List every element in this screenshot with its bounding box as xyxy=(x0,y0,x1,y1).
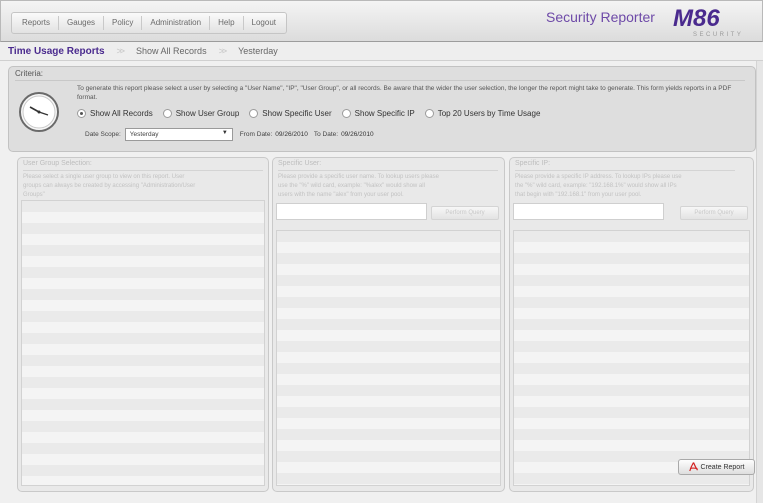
menu-help[interactable]: Help xyxy=(210,16,244,30)
criteria-description: To generate this report please select a … xyxy=(77,85,732,101)
breadcrumb-separator-icon: >> xyxy=(218,46,227,56)
specific-user-description-line: use the "%" wild card, example: "%alex" … xyxy=(278,183,425,189)
menu-reports[interactable]: Reports xyxy=(14,16,60,30)
to-date-value: 09/26/2010 xyxy=(341,131,374,138)
specific-ip-panel: Specific IP: Please provide a specific I… xyxy=(509,157,754,492)
specific-user-panel: Specific User: Please provide a specific… xyxy=(272,157,505,492)
specific-ip-title: Specific IP: xyxy=(515,160,736,171)
date-scope-row: Date Scope: Yesterday ▼ From Date: 09/26… xyxy=(85,128,380,141)
specific-user-results-list[interactable] xyxy=(276,230,501,486)
specific-user-description-line: users with the name "alex" from your use… xyxy=(278,192,404,198)
menu-logout[interactable]: Logout xyxy=(244,16,284,30)
menu-policy[interactable]: Policy xyxy=(104,16,143,30)
user-group-description-line: Please select a single user group to vie… xyxy=(23,174,185,180)
user-group-panel: User Group Selection: Please select a si… xyxy=(17,157,269,492)
user-group-description-line: groups can always be created by accessin… xyxy=(23,183,196,189)
from-date-label: From Date: xyxy=(239,131,273,138)
specific-ip-description-line: Please provide a specific IP address. To… xyxy=(515,174,682,180)
radio-label: Top 20 Users by Time Usage xyxy=(437,109,541,118)
breadcrumb: Time Usage Reports >> Show All Records >… xyxy=(0,42,763,61)
specific-ip-description-line: the "%" wild card, example: "192.168.1%"… xyxy=(515,183,677,189)
clock-icon xyxy=(19,92,59,132)
user-group-description: Please select a single user group to vie… xyxy=(23,173,195,200)
radio-unchecked-icon[interactable] xyxy=(424,109,434,118)
specific-user-title: Specific User: xyxy=(278,160,499,171)
breadcrumb-records[interactable]: Show All Records xyxy=(136,46,207,56)
ip-perform-query-button[interactable]: Perform Query xyxy=(680,206,748,220)
specific-user-input[interactable] xyxy=(276,203,427,220)
radio-checked-icon[interactable] xyxy=(77,109,86,118)
specific-user-description: Please provide a specific user name. To … xyxy=(278,173,439,200)
main-menu: Reports Gauges Policy Administration Hel… xyxy=(11,12,287,34)
logo-text: M86 xyxy=(673,5,720,32)
breadcrumb-report[interactable]: Time Usage Reports xyxy=(8,46,105,57)
chevron-down-icon[interactable]: ▼ xyxy=(222,130,228,136)
create-report-button[interactable]: Create Report xyxy=(678,459,755,475)
specific-ip-description-line: that begin with "192.168.1" from your us… xyxy=(515,192,642,198)
create-report-label: Create Report xyxy=(700,463,745,471)
page-scrollbar[interactable] xyxy=(756,61,763,503)
record-scope-radio-group: Show All Records Show User Group Show Sp… xyxy=(77,109,550,118)
to-date-label: To Date: xyxy=(313,131,339,138)
criteria-title: Criteria: xyxy=(15,69,746,81)
user-group-list[interactable] xyxy=(21,200,265,486)
radio-top-20-users[interactable]: Top 20 Users by Time Usage xyxy=(424,109,541,118)
logo-subtext: SECURITY xyxy=(693,32,743,38)
user-group-title: User Group Selection: xyxy=(23,160,263,171)
radio-label: Show User Group xyxy=(175,109,240,118)
breadcrumb-separator-icon: >> xyxy=(116,46,125,56)
radio-unchecked-icon[interactable] xyxy=(341,109,351,118)
m86-logo: M86 SECURITY xyxy=(673,5,743,38)
user-group-description-line: Groups" xyxy=(23,192,45,198)
pdf-icon xyxy=(688,462,698,472)
user-perform-query-button[interactable]: Perform Query xyxy=(431,206,499,220)
specific-ip-results-list[interactable] xyxy=(513,230,750,486)
radio-show-all-records[interactable]: Show All Records xyxy=(77,109,153,118)
radio-unchecked-icon[interactable] xyxy=(249,109,259,118)
menu-gauges[interactable]: Gauges xyxy=(59,16,105,30)
radio-label: Show Specific IP xyxy=(354,109,415,118)
date-scope-label: Date Scope: xyxy=(85,131,121,138)
radio-label: Show All Records xyxy=(90,109,153,118)
breadcrumb-scope: Yesterday xyxy=(238,46,278,56)
specific-user-description-line: Please provide a specific user name. To … xyxy=(278,174,439,180)
radio-show-user-group[interactable]: Show User Group xyxy=(162,109,240,118)
menu-administration[interactable]: Administration xyxy=(142,16,211,30)
specific-ip-input[interactable] xyxy=(513,203,664,220)
main-content: Criteria: To generate this report please… xyxy=(0,61,763,503)
radio-label: Show Specific User xyxy=(262,109,332,118)
radio-show-specific-ip[interactable]: Show Specific IP xyxy=(341,109,415,118)
top-bar: Reports Gauges Policy Administration Hel… xyxy=(0,0,763,42)
date-scope-select[interactable]: Yesterday ▼ xyxy=(124,128,233,141)
app-title: Security Reporter xyxy=(546,9,655,25)
radio-unchecked-icon[interactable] xyxy=(162,109,172,118)
from-date-value: 09/26/2010 xyxy=(275,131,308,138)
radio-show-specific-user[interactable]: Show Specific User xyxy=(249,109,332,118)
criteria-panel: Criteria: To generate this report please… xyxy=(8,66,756,152)
date-scope-value: Yesterday xyxy=(129,131,159,138)
specific-ip-description: Please provide a specific IP address. To… xyxy=(515,173,682,200)
